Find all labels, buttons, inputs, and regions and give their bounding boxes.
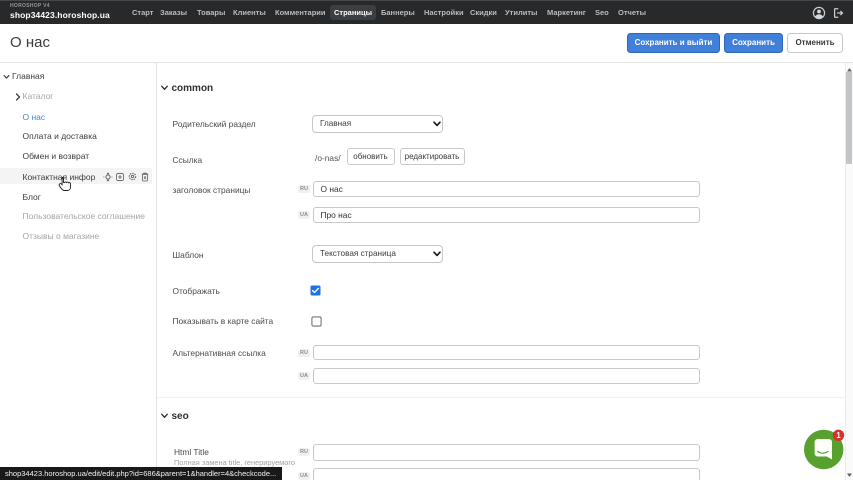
svg-text:1: 1 [836, 431, 841, 440]
